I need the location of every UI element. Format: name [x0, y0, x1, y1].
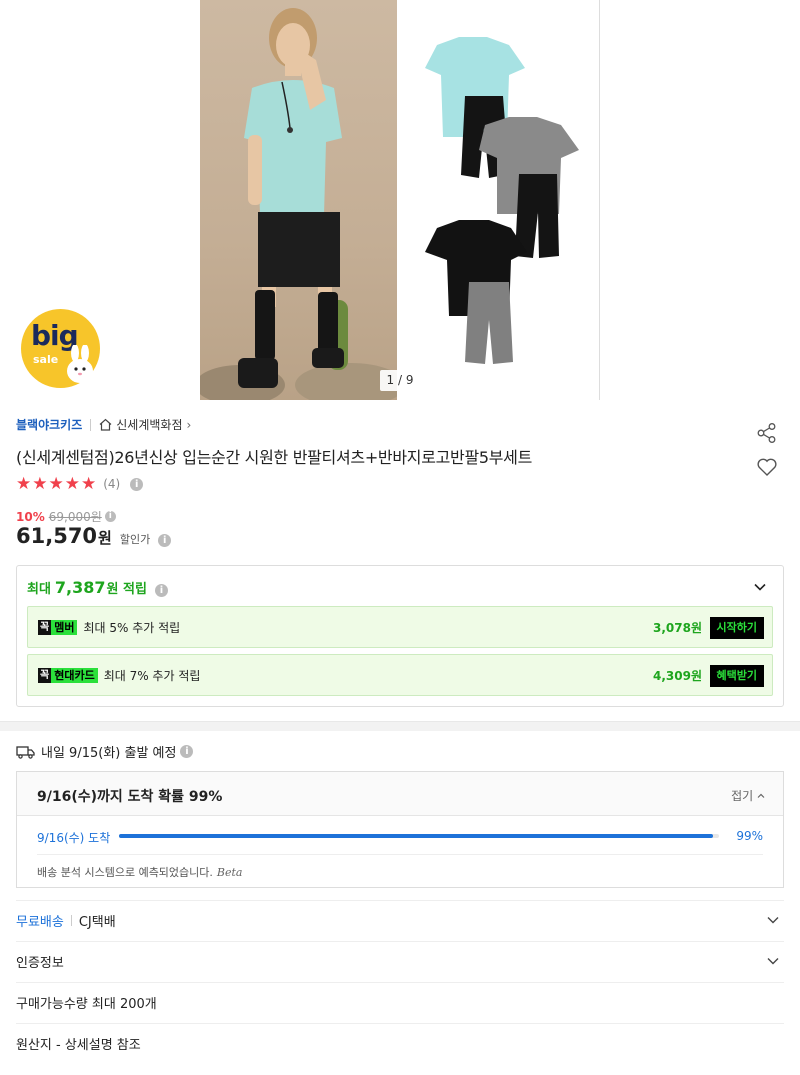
member-bonus-row: 꼭 멤버 최대 5% 추가 적립 3,078원 시작하기	[27, 606, 773, 648]
get-benefit-button[interactable]: 혜택받기	[709, 665, 764, 687]
product-photo-model[interactable]	[200, 0, 397, 400]
bonus-text: 최대 5% 추가 적립	[83, 620, 181, 635]
seller-divider	[90, 418, 92, 431]
home-icon	[99, 418, 112, 431]
truck-icon	[16, 745, 35, 759]
origin-row: 원산지 - 상세설명 참조	[16, 1023, 784, 1063]
probability-percent: 99%	[736, 829, 763, 843]
rating-stars: ★★★★★	[16, 474, 98, 494]
section-divider	[0, 721, 800, 731]
chevron-down-icon	[767, 958, 779, 965]
points-header[interactable]: 최대 7,387 원 적립 i	[27, 578, 168, 597]
certification-row[interactable]: 인증정보	[16, 941, 784, 981]
sale-info-icon[interactable]: i	[158, 534, 172, 547]
price-unit: 원	[98, 529, 112, 547]
store-name: 신세계백화점	[116, 418, 183, 432]
arrival-note: 배송 분석 시스템으로 예측되었습니다. Beta	[37, 864, 242, 880]
image-counter: 1 / 9	[380, 370, 420, 391]
max-quantity-text: 구매가능수량 최대 200개	[16, 997, 157, 1012]
probability-track	[119, 834, 719, 838]
origin-text: 원산지 - 상세설명 참조	[16, 1038, 141, 1053]
row-divider	[70, 915, 72, 926]
store-arrow: ›	[186, 417, 192, 432]
original-price-row: 10% 69,000원 i	[16, 508, 116, 525]
free-shipping-label: 무료배송	[16, 915, 64, 930]
bonus-amount: 3,078원	[653, 620, 702, 635]
points-info-icon[interactable]: i	[154, 584, 168, 597]
delivery-option-row[interactable]: 무료배송 CJ택배	[16, 900, 784, 940]
big-sale-badge: big sale	[21, 309, 100, 388]
sale-price: 61,570	[16, 524, 98, 548]
start-button[interactable]: 시작하기	[709, 617, 764, 639]
arrival-probability-row: 9/16(수) 도착 99%	[37, 828, 763, 846]
share-button[interactable]	[756, 422, 778, 444]
arrival-date-label: 9/16(수) 도착	[37, 831, 111, 845]
departure-row: 내일 9/15(화) 출발 예정 i	[16, 742, 194, 761]
chevron-up-icon	[757, 793, 765, 798]
points-suffix: 원 적립	[106, 582, 147, 597]
bonus-text: 최대 7% 추가 적립	[103, 668, 201, 683]
product-title: (신세계센텀점)26년신상 입는순간 시원한 반팔티셔츠+반바지로고반팔5부세트	[16, 448, 533, 467]
brand-link[interactable]: 블랙야크키즈	[16, 416, 82, 433]
arrival-header[interactable]: 9/16(수)까지 도착 확률 99% 접기	[17, 772, 783, 816]
bunny-icon	[67, 345, 93, 383]
arrival-note-text: 배송 분석 시스템으로 예측되었습니다.	[37, 866, 213, 879]
arrival-divider	[37, 854, 763, 855]
store-link[interactable]: 신세계백화점 ›	[99, 416, 191, 433]
beta-label: Beta	[216, 866, 243, 879]
original-price: 69,000원	[48, 510, 102, 524]
bonus-amount: 4,309원	[653, 668, 702, 683]
fold-label: 접기	[731, 789, 754, 803]
rating-info-icon[interactable]: i	[130, 477, 144, 491]
member-tag: 꼭 멤버	[38, 619, 78, 635]
departure-info-icon[interactable]: i	[180, 745, 194, 758]
gallery-divider	[599, 0, 600, 400]
tag-prefix: 꼭	[38, 619, 52, 635]
chevron-down-icon[interactable]	[753, 580, 767, 594]
sale-price-row: 61,570 원 할인가 i	[16, 524, 172, 548]
points-panel: 최대 7,387 원 적립 i 꼭 멤버 최대 5% 추가 적립 3,078원 …	[16, 565, 784, 707]
certification-label: 인증정보	[16, 956, 64, 971]
discount-rate: 10%	[16, 509, 45, 524]
courier-name: CJ택배	[78, 915, 116, 930]
card-tag: 꼭 현대카드	[38, 667, 98, 683]
sale-price-label: 할인가	[119, 533, 151, 546]
badge-sale-text: sale	[33, 353, 59, 366]
max-quantity-row: 구매가능수량 최대 200개	[16, 982, 784, 1022]
rating-row[interactable]: ★★★★★ (4) i	[16, 474, 144, 494]
heart-icon	[757, 458, 777, 476]
departure-text: 내일 9/15(화) 출발 예정	[41, 746, 177, 761]
tag-label: 현대카드	[54, 669, 95, 682]
wishlist-button[interactable]	[756, 456, 778, 478]
points-amount: 7,387	[54, 578, 106, 597]
product-photo-flatlay[interactable]	[397, 0, 599, 400]
tag-prefix: 꼭	[38, 667, 52, 683]
chevron-down-icon	[767, 917, 779, 924]
card-bonus-row: 꼭 현대카드 최대 7% 추가 적립 4,309원 혜택받기	[27, 654, 773, 696]
review-count[interactable]: (4)	[103, 477, 120, 491]
probability-fill	[119, 834, 713, 838]
seller-row: 블랙야크키즈 신세계백화점 ›	[16, 416, 191, 433]
fold-toggle[interactable]: 접기	[731, 787, 765, 804]
points-prefix: 최대	[27, 582, 51, 597]
price-info-icon[interactable]: i	[104, 511, 116, 522]
share-icon	[757, 423, 776, 443]
arrival-panel: 9/16(수)까지 도착 확률 99% 접기 9/16(수) 도착 99% 배송…	[16, 771, 784, 888]
product-gallery[interactable]: 1 / 9 big sale	[0, 0, 800, 400]
tag-label: 멤버	[54, 621, 75, 634]
arrival-title: 9/16(수)까지 도착 확률 99%	[37, 789, 223, 805]
